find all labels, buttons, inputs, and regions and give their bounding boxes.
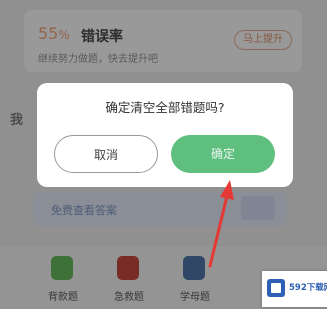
confirm-dialog: 确定清空全部错题吗? 取消 确定 — [37, 83, 293, 187]
confirm-button[interactable]: 确定 — [171, 135, 275, 173]
cancel-button[interactable]: 取消 — [54, 135, 158, 173]
watermark-text: 592下载网 — [289, 283, 327, 293]
dialog-message: 确定清空全部错题吗? — [105, 100, 225, 115]
watermark: 592下载网 — [262, 271, 327, 307]
watermark-logo-icon — [267, 279, 285, 297]
